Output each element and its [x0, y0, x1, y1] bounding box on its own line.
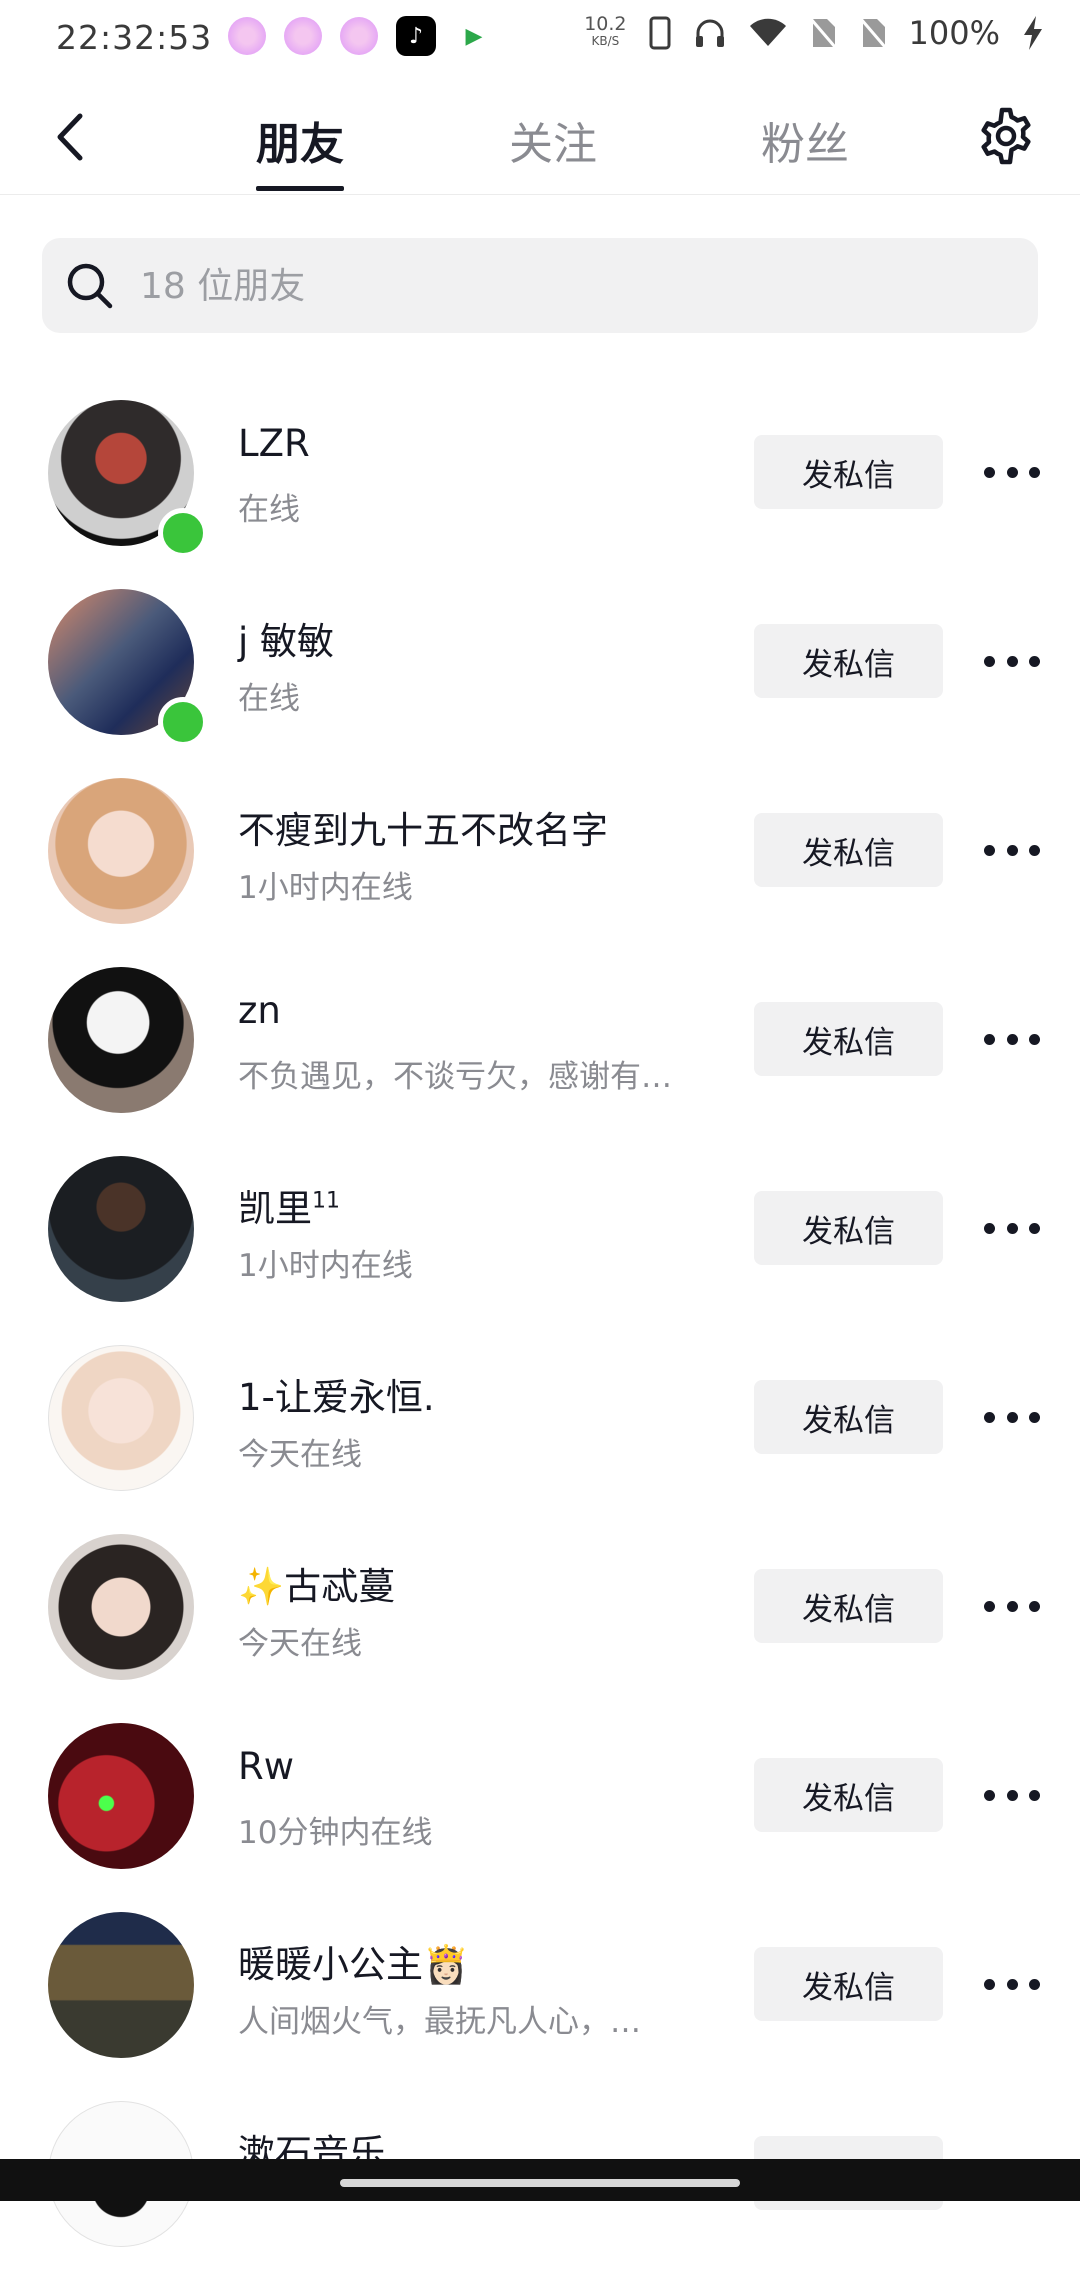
sim-off-icon — [809, 18, 836, 48]
send-message-button[interactable]: 发私信 — [754, 813, 943, 887]
tab-friends[interactable]: 朋友 — [256, 108, 344, 172]
friend-status: 今天在线 — [238, 1437, 362, 1473]
friend-status: 1小时内在线 — [238, 870, 413, 906]
more-options-icon[interactable] — [984, 641, 1040, 681]
send-message-button[interactable]: 发私信 — [754, 1758, 943, 1832]
more-options-icon[interactable] — [984, 1397, 1040, 1437]
phone-icon — [649, 16, 671, 50]
friend-row[interactable]: 1-让爱永恒. 今天在线 发私信 — [0, 1345, 1080, 1534]
system-icons: 10.2 KB/S 100% — [584, 14, 1044, 52]
system-nav-bar — [0, 2159, 1080, 2201]
friend-row[interactable]: ✨古忒蔓 今天在线 发私信 — [0, 1534, 1080, 1723]
video-app-icon: ▶ — [454, 16, 494, 56]
send-message-button[interactable]: 发私信 — [754, 1191, 943, 1265]
status-time: 22:32:53 — [56, 18, 213, 57]
friend-row[interactable]: zn 不负遇见，不谈亏欠，感谢有… 发私信 — [0, 967, 1080, 1156]
charging-icon — [1024, 16, 1042, 50]
avatar[interactable] — [48, 1345, 194, 1491]
friend-search-bar[interactable] — [42, 238, 1038, 335]
online-indicator — [158, 697, 208, 747]
friend-row[interactable]: j 敏敏 在线 发私信 — [0, 589, 1080, 778]
sim-off-icon — [859, 18, 886, 48]
more-options-icon[interactable] — [984, 452, 1040, 492]
avatar[interactable] — [48, 778, 194, 924]
more-options-icon[interactable] — [984, 1775, 1040, 1815]
active-tab-indicator — [256, 186, 344, 191]
avatar[interactable] — [48, 1912, 194, 2058]
more-options-icon[interactable] — [984, 1019, 1040, 1059]
tab-followers[interactable]: 粉丝 — [761, 108, 849, 172]
friend-row[interactable]: 不瘦到九十五不改名字 1小时内在线 发私信 — [0, 778, 1080, 967]
wifi-icon — [749, 18, 786, 46]
friend-status: 人间烟火气，最抚凡人心，… — [238, 2004, 641, 2040]
avatar[interactable] — [48, 1723, 194, 1869]
send-message-button[interactable]: 发私信 — [754, 1380, 943, 1454]
send-message-button[interactable]: 发私信 — [754, 1569, 943, 1643]
friend-name: 暖暖小公主👸🏻 — [238, 1943, 470, 1986]
avatar[interactable] — [48, 967, 194, 1113]
notification-icons: ♪ ▶ — [228, 16, 494, 56]
headphones-icon — [695, 19, 724, 47]
friend-name: 凯里11 — [238, 1187, 340, 1230]
friend-name: j 敏敏 — [238, 620, 335, 663]
friend-status: 在线 — [238, 492, 300, 528]
send-message-button[interactable]: 发私信 — [754, 1002, 943, 1076]
friend-status: 在线 — [238, 681, 300, 717]
friend-row[interactable]: 凯里11 1小时内在线 发私信 — [0, 1156, 1080, 1345]
back-icon[interactable] — [48, 110, 98, 164]
send-message-button[interactable]: 发私信 — [754, 435, 943, 509]
app-notification-icon — [340, 17, 378, 55]
search-icon — [67, 263, 113, 309]
send-message-button[interactable]: 发私信 — [754, 624, 943, 698]
friend-status: 不负遇见，不谈亏欠，感谢有… — [238, 1059, 672, 1095]
friend-name: zn — [238, 989, 281, 1032]
avatar[interactable] — [48, 1156, 194, 1302]
friend-name: LZR — [238, 422, 310, 465]
friend-name: 不瘦到九十五不改名字 — [238, 809, 608, 852]
friend-row[interactable]: 暖暖小公主👸🏻 人间烟火气，最抚凡人心，… 发私信 — [0, 1912, 1080, 2101]
friend-row[interactable]: LZR 在线 发私信 — [0, 400, 1080, 589]
send-message-button[interactable]: 发私信 — [754, 1947, 943, 2021]
friend-status: 今天在线 — [238, 1626, 362, 1662]
top-nav: 朋友 关注 粉丝 — [0, 80, 1080, 195]
friend-name: Rw — [238, 1745, 294, 1788]
friend-status: 1小时内在线 — [238, 1248, 413, 1284]
friend-name: ✨古忒蔓 — [238, 1565, 396, 1608]
home-gesture-handle[interactable] — [340, 2179, 740, 2187]
more-options-icon[interactable] — [984, 1586, 1040, 1626]
more-options-icon[interactable] — [984, 1964, 1040, 2004]
friend-row[interactable]: Rw 10分钟内在线 发私信 — [0, 1723, 1080, 1912]
network-speed: 10.2 KB/S — [584, 13, 627, 49]
friend-status: 10分钟内在线 — [238, 1815, 433, 1851]
search-input[interactable] — [138, 238, 1002, 335]
more-options-icon[interactable] — [984, 1208, 1040, 1248]
app-notification-icon — [228, 17, 266, 55]
online-indicator — [158, 508, 208, 558]
tiktok-icon: ♪ — [396, 16, 436, 56]
settings-gear-icon[interactable] — [975, 105, 1037, 167]
battery-level: 100% — [908, 14, 1000, 52]
status-bar: 22:32:53 ♪ ▶ 10.2 KB/S 100% — [0, 0, 1080, 80]
more-options-icon[interactable] — [984, 830, 1040, 870]
avatar[interactable] — [48, 1534, 194, 1680]
app-notification-icon — [284, 17, 322, 55]
tab-following[interactable]: 关注 — [509, 108, 597, 172]
friend-name: 1-让爱永恒. — [238, 1376, 435, 1419]
